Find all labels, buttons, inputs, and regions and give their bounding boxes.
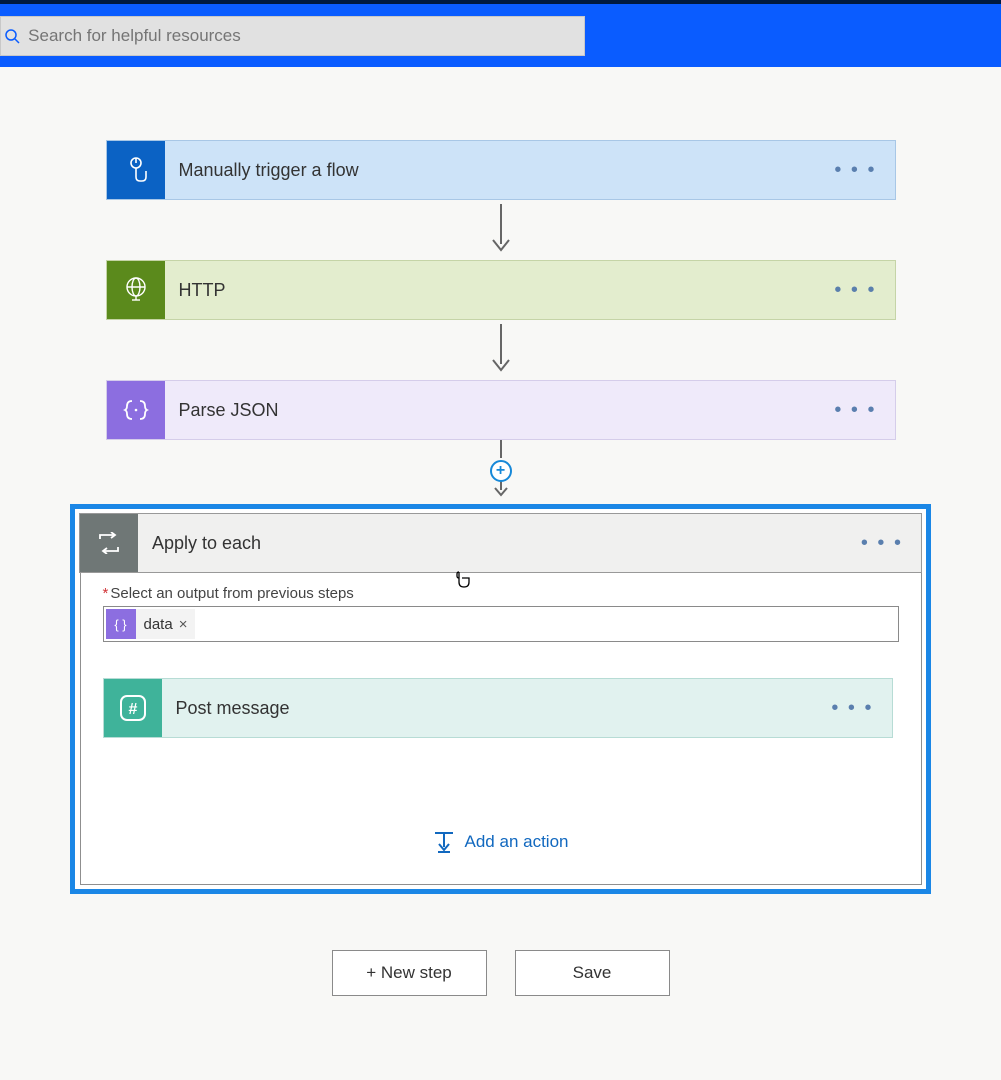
dynamic-token-data[interactable]: { } data ×	[106, 609, 196, 639]
hash-icon: #	[104, 679, 162, 737]
step-apply-to-each: Apply to each • • • *Select an output fr…	[70, 504, 931, 894]
new-step-button[interactable]: + New step	[332, 950, 487, 996]
step-http[interactable]: HTTP • • •	[106, 260, 896, 320]
add-action-label: Add an action	[465, 832, 569, 852]
flow-canvas: Manually trigger a flow • • • HTTP • • •…	[0, 67, 1001, 996]
step-post-message[interactable]: # Post message • • •	[103, 678, 893, 738]
apply-to-each-body: *Select an output from previous steps { …	[80, 573, 922, 885]
step-label: Post message	[176, 698, 290, 719]
close-icon[interactable]: ×	[179, 616, 188, 633]
loop-icon	[80, 514, 138, 572]
output-token-input[interactable]: { } data ×	[103, 606, 899, 642]
json-icon: { }	[106, 609, 136, 639]
touch-icon	[107, 141, 165, 199]
apply-to-each-header[interactable]: Apply to each • • •	[79, 513, 922, 573]
more-icon[interactable]: • • •	[834, 159, 876, 182]
add-action-button[interactable]: Add an action	[103, 830, 899, 854]
top-bar	[0, 0, 1001, 67]
step-label: Manually trigger a flow	[179, 160, 359, 181]
search-box[interactable]	[0, 16, 585, 56]
insert-icon	[433, 830, 455, 854]
more-icon[interactable]: • • •	[861, 532, 903, 555]
save-button[interactable]: Save	[515, 950, 670, 996]
search-icon	[3, 27, 20, 45]
more-icon[interactable]: • • •	[834, 279, 876, 302]
token-label: data	[144, 616, 173, 633]
more-icon[interactable]: • • •	[834, 399, 876, 422]
search-input[interactable]	[28, 26, 584, 46]
globe-icon	[107, 261, 165, 319]
arrow-icon	[490, 320, 512, 380]
step-label: HTTP	[179, 280, 226, 301]
output-field-label: *Select an output from previous steps	[103, 585, 899, 602]
step-manual-trigger[interactable]: Manually trigger a flow • • •	[106, 140, 896, 200]
arrow-icon	[490, 200, 512, 260]
arrow-icon	[490, 480, 512, 498]
step-label: Apply to each	[152, 533, 261, 554]
step-parse-json[interactable]: Parse JSON • • •	[106, 380, 896, 440]
svg-text:#: #	[128, 701, 137, 718]
arrow-icon	[490, 440, 512, 462]
json-icon	[107, 381, 165, 439]
footer-buttons: + New step Save	[332, 950, 670, 996]
step-label: Parse JSON	[179, 400, 279, 421]
add-step-icon[interactable]: +	[490, 460, 512, 482]
more-icon[interactable]: • • •	[831, 697, 873, 720]
